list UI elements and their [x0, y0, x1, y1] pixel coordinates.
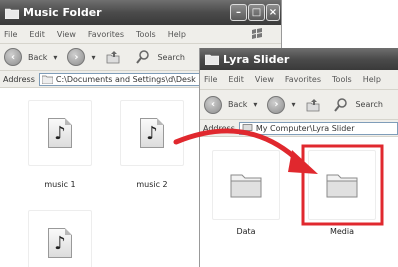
file-label: music 2 [136, 180, 168, 189]
folder-icon [326, 174, 358, 198]
folder-label: Data [236, 227, 256, 236]
forward-dropdown-icon[interactable]: ▾ [291, 100, 295, 109]
file-tile-music-2[interactable]: ♪ [120, 100, 184, 166]
folder-label: Media [329, 227, 355, 236]
menu-tools[interactable]: Tools [136, 30, 156, 39]
computer-icon [242, 123, 253, 132]
menu-help[interactable]: Help [168, 30, 186, 39]
lyra-content-pane: Data Media [200, 137, 398, 267]
back-button-label[interactable]: Back [228, 100, 247, 109]
lyra-slider-window: Lyra Slider File Edit View Favorites Too… [199, 48, 398, 267]
search-icon[interactable] [135, 49, 151, 65]
file-tile-music-3[interactable]: ♪ [28, 210, 92, 267]
folder-window-icon [5, 8, 19, 19]
address-field[interactable]: My Computer\Lyra Slider [238, 121, 398, 135]
address-path: My Computer\Lyra Slider [255, 123, 355, 133]
address-label: Address [203, 123, 235, 133]
folder-icon [230, 174, 262, 198]
window-title: Lyra Slider [223, 52, 290, 66]
menu-edit[interactable]: Edit [228, 75, 244, 84]
menu-favorites[interactable]: Favorites [88, 30, 124, 39]
window-title: Music Folder [23, 6, 102, 19]
file-tile-music-1[interactable]: ♪ [28, 100, 92, 166]
back-dropdown-icon[interactable]: ▾ [253, 100, 257, 109]
music-menubar: File Edit View Favorites Tools Help [0, 25, 281, 44]
music-note-file-icon: ♪ [48, 228, 72, 258]
back-button-label[interactable]: Back [28, 53, 47, 62]
music-note-file-icon: ♪ [48, 118, 72, 148]
file-label: music 1 [44, 180, 76, 189]
menu-file[interactable]: File [204, 75, 217, 84]
lyra-slider-titlebar[interactable]: Lyra Slider [200, 48, 398, 70]
search-button-label[interactable]: Search [157, 53, 184, 62]
music-note-file-icon: ♪ [140, 118, 164, 148]
lyra-address-bar: Address My Computer\Lyra Slider [200, 120, 398, 137]
forward-arrow-icon[interactable]: › [267, 95, 286, 114]
folder-tile-data[interactable] [212, 150, 280, 220]
forward-arrow-icon[interactable]: › [67, 48, 86, 66]
menu-help[interactable]: Help [363, 75, 381, 84]
lyra-toolbar: ‹ Back ▾ › ▾ Search [200, 90, 398, 120]
forward-dropdown-icon[interactable]: ▾ [91, 53, 95, 62]
back-arrow-icon[interactable]: ‹ [4, 48, 22, 66]
back-dropdown-icon[interactable]: ▾ [53, 53, 57, 62]
up-folder-icon[interactable] [105, 49, 121, 65]
folder-tile-media[interactable] [308, 150, 376, 220]
up-folder-icon[interactable] [305, 97, 321, 113]
search-icon[interactable] [333, 97, 349, 113]
menu-edit[interactable]: Edit [29, 30, 45, 39]
minimize-button[interactable]: – [230, 4, 247, 21]
menu-favorites[interactable]: Favorites [285, 75, 321, 84]
windows-logo-icon [251, 28, 262, 39]
folder-window-icon [205, 54, 219, 65]
menu-file[interactable]: File [4, 30, 17, 39]
menu-tools[interactable]: Tools [332, 75, 352, 84]
search-button-label[interactable]: Search [355, 100, 382, 109]
address-label: Address [3, 74, 35, 84]
menu-view[interactable]: View [255, 75, 274, 84]
address-path: C:\Documents and Settings\d\Desk [55, 74, 196, 84]
lyra-menubar: File Edit View Favorites Tools Help [200, 70, 398, 90]
folder-icon [41, 75, 53, 84]
close-button[interactable]: × [266, 4, 280, 21]
menu-view[interactable]: View [57, 30, 76, 39]
back-arrow-icon[interactable]: ‹ [204, 95, 222, 114]
maximize-button[interactable]: □ [248, 4, 265, 21]
